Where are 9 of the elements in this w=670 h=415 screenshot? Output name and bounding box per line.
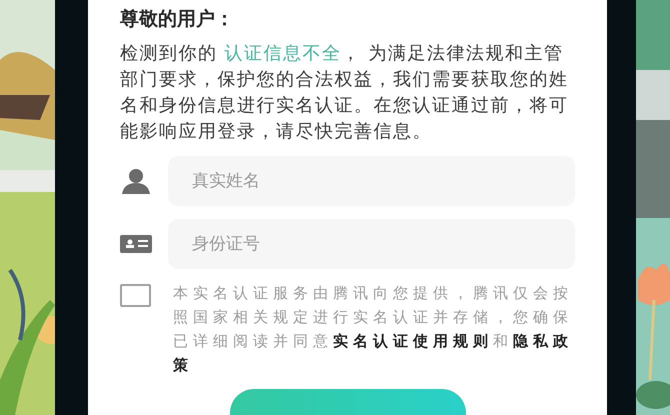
consent-text: 本实名认证服务由腾讯向您提供，腾讯仅会按照国家相关规定进行实名认证并存储，您确保已详细阅读并同意实名认证使用规则和隐私政策 [173, 283, 574, 376]
notice-text: 检测到你的 认证信息不全， 为满足法律法规和主管部门要求，保护您的合法权益，我们需要获取您的姓名和身份信息进行实名认证。在您认证通过前，将可能影响应用登录，请尽快完善信息。 [120, 42, 570, 144]
name-field[interactable]: 真实姓名 [168, 156, 575, 206]
consent-checkbox[interactable] [120, 284, 151, 307]
person-icon [120, 168, 152, 194]
greeting: 尊敬的用户： [120, 7, 235, 32]
id-number-field[interactable]: 身份证号 [168, 219, 575, 269]
id-card-icon [120, 235, 152, 253]
info-link[interactable]: 认证信息不全 [224, 43, 342, 64]
